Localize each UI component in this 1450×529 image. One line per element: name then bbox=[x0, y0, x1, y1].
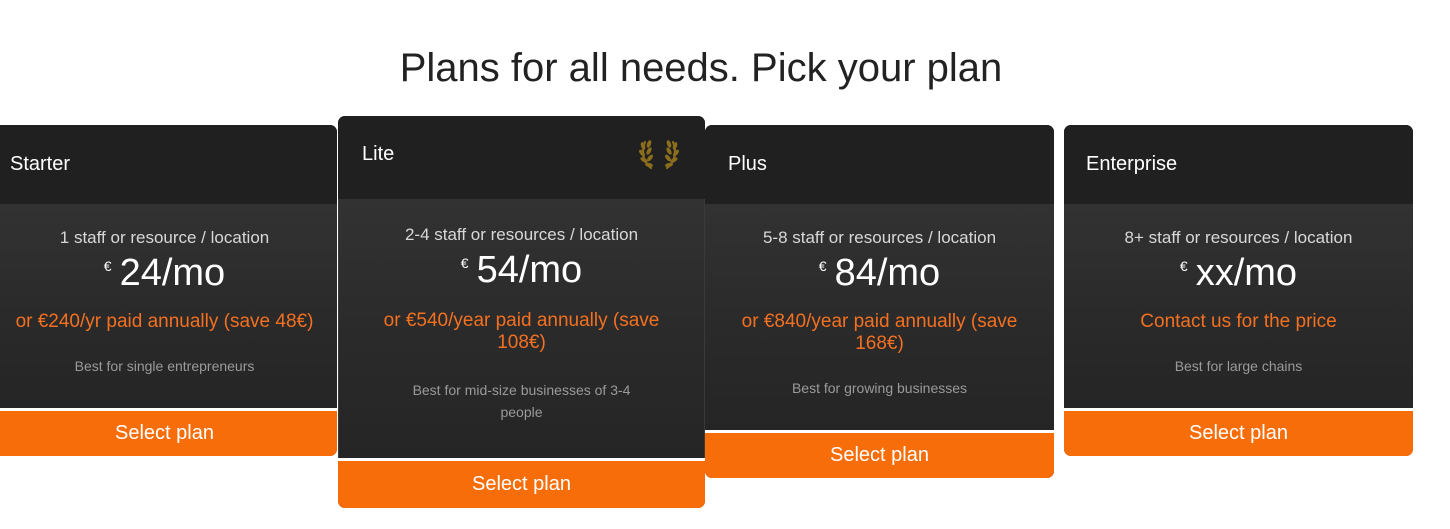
currency-symbol: € bbox=[103, 258, 112, 274]
plan-annual-price: or €540/year paid annually (save 108€) bbox=[383, 310, 660, 353]
select-plan-button-lite[interactable]: Select plan bbox=[338, 461, 705, 508]
plan-annual-price: Contact us for the price bbox=[1140, 311, 1337, 332]
select-plan-button-plus[interactable]: Select plan bbox=[705, 433, 1054, 478]
plan-annual-price: or €840/year paid annually (save 168€) bbox=[741, 311, 1018, 354]
plan-annual-price: or €240/yr paid annually (save 48€) bbox=[15, 311, 314, 332]
plan-body: 1 staff or resource / location € 24/mo o… bbox=[0, 204, 337, 408]
plan-card-enterprise: Enterprise 8+ staff or resources / locat… bbox=[1064, 125, 1413, 456]
plan-body: 8+ staff or resources / location € xx/mo… bbox=[1064, 204, 1413, 408]
plan-name: Starter bbox=[10, 153, 71, 175]
plan-header: Enterprise bbox=[1064, 125, 1413, 204]
plan-name: Lite bbox=[362, 143, 395, 165]
plan-body: 5-8 staff or resources / location € 84/m… bbox=[705, 204, 1054, 430]
price-amount: 84/mo bbox=[834, 252, 941, 294]
plan-name: Enterprise bbox=[1086, 153, 1178, 175]
plan-best-for: Best for growing businesses bbox=[791, 380, 968, 396]
select-plan-button-starter[interactable]: Select plan bbox=[0, 411, 337, 456]
plan-best-for: Best for single entrepreneurs bbox=[74, 358, 255, 374]
price-amount: 54/mo bbox=[476, 249, 583, 291]
pricing-page: Plans for all needs. Pick your plan Star… bbox=[0, 0, 1450, 529]
page-title: Plans for all needs. Pick your plan bbox=[399, 46, 1003, 90]
plan-best-for: Best for mid-size businesses of 3-4 peop… bbox=[412, 382, 631, 420]
plan-staff-count: 1 staff or resource / location bbox=[59, 228, 270, 247]
plan-staff-count: 5-8 staff or resources / location bbox=[762, 228, 997, 247]
plan-best-for: Best for large chains bbox=[1174, 358, 1303, 374]
currency-symbol: € bbox=[818, 258, 827, 274]
plan-header: Plus bbox=[705, 125, 1054, 204]
currency-symbol: € bbox=[1179, 258, 1188, 274]
plan-staff-count: 8+ staff or resources / location bbox=[1124, 228, 1353, 247]
select-plan-button-enterprise[interactable]: Select plan bbox=[1064, 411, 1413, 456]
plan-body: 2-4 staff or resources / location € 54/m… bbox=[338, 199, 705, 458]
plan-name: Plus bbox=[728, 153, 767, 175]
price-amount: 24/mo bbox=[119, 252, 226, 294]
currency-symbol: € bbox=[460, 255, 469, 271]
plan-price: € 54/mo bbox=[461, 249, 582, 292]
plan-staff-count: 2-4 staff or resources / location bbox=[404, 225, 639, 244]
price-amount: xx/mo bbox=[1195, 252, 1298, 294]
plan-header: Lite bbox=[338, 116, 705, 199]
plan-card-plus: Plus 5-8 staff or resources / location €… bbox=[705, 125, 1054, 478]
plan-price: € 84/mo bbox=[819, 252, 940, 295]
plan-header: Starter bbox=[0, 125, 337, 204]
plan-price: € xx/mo bbox=[1180, 252, 1297, 295]
laurel-wreath-icon bbox=[639, 140, 679, 170]
plan-card-lite: Lite 2-4 staff or resources / location €… bbox=[338, 116, 705, 508]
plan-card-starter: Starter 1 staff or resource / location €… bbox=[0, 125, 337, 456]
plan-price: € 24/mo bbox=[104, 252, 225, 295]
